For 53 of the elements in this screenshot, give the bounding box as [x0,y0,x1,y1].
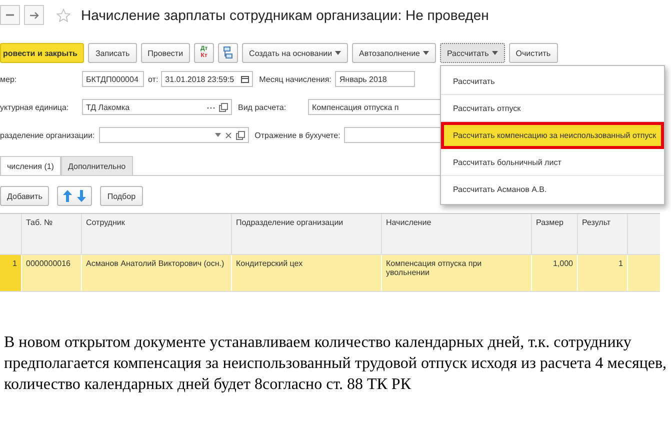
tab[interactable]: числения (1) [0,156,61,175]
department-field[interactable] [98,127,249,143]
month-field[interactable]: Январь 2018 [335,71,416,87]
unit-field[interactable]: ТД Лакомка [82,99,232,115]
caret-icon [492,51,498,55]
date-field[interactable]: 31.01.2018 23:59:5 [161,71,254,87]
toolbar-button[interactable]: Провести [140,43,190,63]
dropdown-button[interactable]: Автозаполнение [352,43,436,63]
field-label: Отражение в бухучете: [254,130,342,140]
caret-icon [335,51,342,55]
dropdown-button[interactable]: Создать на основании [242,43,348,63]
number-field[interactable]: БКТДП000004 [82,71,144,87]
pick-button[interactable]: Подбор [100,186,143,206]
table-cell: Компенсация отпуска при увольнении [382,255,532,291]
menu-item[interactable]: Рассчитать больничный лист [440,149,664,176]
post-and-close-button[interactable]: ровести и закрыть [0,43,84,63]
table-row[interactable]: 1 0000000016 Асманов Анатолий Викторович (осн.) Кондитерский цех Компенсация отпуска при увольнении 1,000 1 [0,254,660,292]
menu-item[interactable]: Рассчитать [440,68,664,95]
menu-item[interactable]: Рассчитать компенсацию за неиспользованный отпуск [440,122,664,149]
open-link-icon [219,102,228,112]
table-cell: 1,000 [532,255,578,291]
field-label: от: [148,74,158,84]
table-cell: Кондитерский цех [232,255,382,291]
menu-item[interactable]: Рассчитать Асманов А.В. [440,176,664,202]
row-number: 1 [0,255,22,291]
table-cell: Асманов Анатолий Викторович (осн.) [82,255,232,291]
field-label: уктурная единица: [0,102,70,112]
field-label: мер: [0,74,18,84]
add-button[interactable]: Добавить [0,186,50,206]
caret-icon [422,51,429,55]
tab[interactable]: Дополнительно [60,156,133,175]
down-arrow-icon[interactable] [77,190,86,202]
calendar-icon [241,75,250,83]
open-link-icon [236,130,245,140]
forward-button[interactable] [24,5,44,25]
field-label: Вид расчета: [238,102,288,112]
field-label: разделение организации: [0,130,96,140]
table-cell: 0000000016 [22,255,82,291]
dropdown-button[interactable]: Рассчитать [440,43,505,63]
clear-icon [224,132,232,138]
caret-icon [214,133,221,137]
table-cell: 1 [578,255,628,291]
forward-arrow-icon [30,10,38,20]
paragraph: В новом открытом документе устанавливаем количество календарных дней, т.к. сотруднику предполагается компенсация за неиспользованный трудовой отпуск исходя из расчета 4 месяцев, количество календарных дней будет 8согласно ст. 88 ТК РК [4,333,668,395]
up-arrow-icon[interactable] [63,190,72,202]
toolbar-button[interactable]: Записать [88,43,137,63]
structure-button[interactable] [218,43,238,63]
field-label: Месяц начисления: [259,74,332,84]
ellipsis-icon [207,105,215,109]
window-title: Начисление зарплаты сотрудникам организации: Не проведен [81,7,489,23]
toolbar-button[interactable]: Очистить [508,43,558,63]
document-tree-icon [223,46,234,60]
star-icon[interactable] [56,8,71,22]
